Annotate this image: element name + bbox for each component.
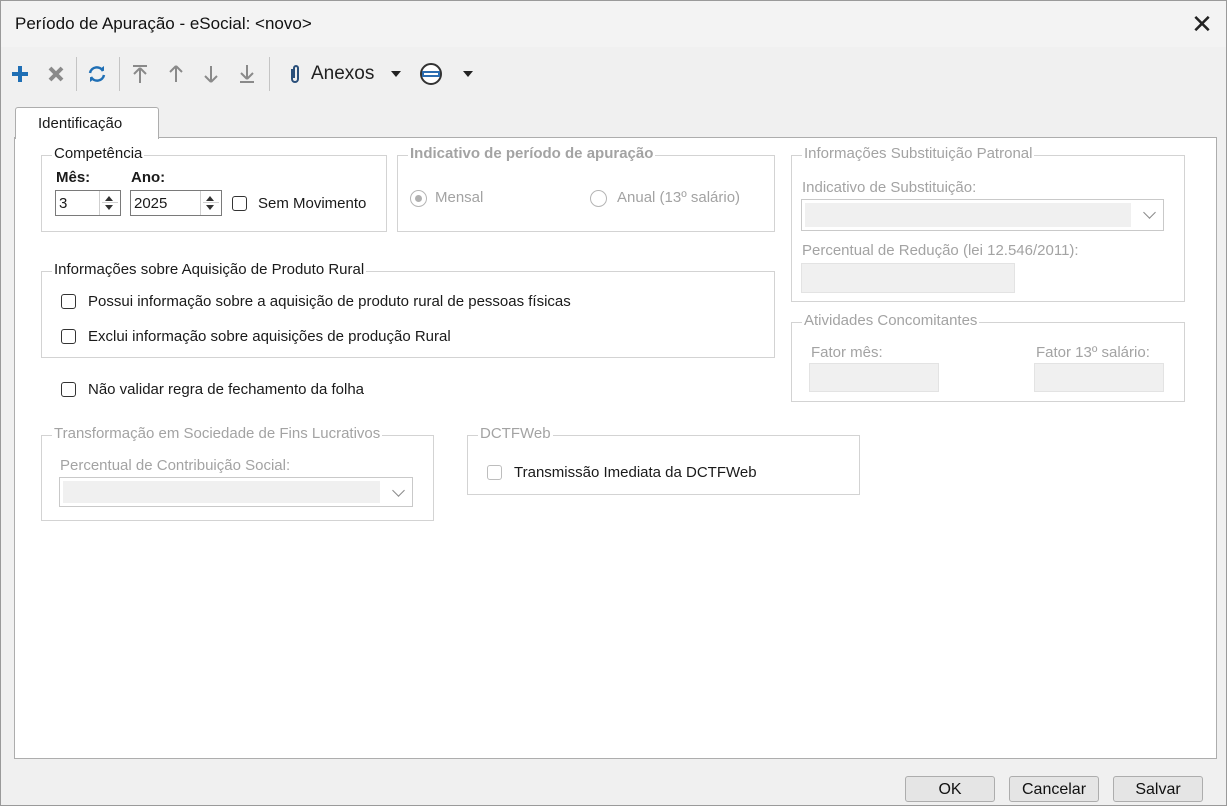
fator-13-input[interactable] <box>1034 363 1164 392</box>
prev-icon[interactable] <box>163 59 189 89</box>
tab-panel: Competência Mês: Ano: 3 2025 Sem Movimen… <box>14 137 1217 759</box>
spin-buttons[interactable] <box>99 191 120 215</box>
tab-identificacao[interactable]: Identificação <box>15 107 159 139</box>
produto-rural-legend: Informações sobre Aquisição de Produto R… <box>52 261 367 278</box>
ano-value: 2025 <box>134 195 168 212</box>
radio-mensal[interactable] <box>410 190 427 207</box>
possui-informacao-checkbox[interactable] <box>61 294 76 309</box>
transmissao-checkbox[interactable] <box>487 465 502 480</box>
last-icon[interactable] <box>234 59 260 89</box>
produto-rural-group: Informações sobre Aquisição de Produto R… <box>41 261 775 358</box>
transmissao-label: Transmissão Imediata da DCTFWeb <box>514 464 757 481</box>
ano-stepper[interactable]: 2025 <box>130 190 222 216</box>
nao-validar-label: Não validar regra de fechamento da folha <box>88 381 365 398</box>
exclui-informacao-label: Exclui informação sobre aquisições de pr… <box>88 328 451 345</box>
competencia-legend: Competência <box>52 145 145 162</box>
sem-movimento-label: Sem Movimento <box>258 195 367 212</box>
spin-buttons[interactable] <box>200 191 221 215</box>
next-icon[interactable] <box>198 59 224 89</box>
fator-13-label: Fator 13º salário: <box>1036 344 1150 361</box>
anexos-button[interactable]: Anexos <box>311 59 381 89</box>
dialog-window: Período de Apuração - eSocial: <novo> ✕ <box>0 0 1227 806</box>
transformacao-legend: Transformação em Sociedade de Fins Lucra… <box>52 425 383 442</box>
fator-mes-label: Fator mês: <box>811 344 883 361</box>
save-button[interactable]: Salvar <box>1113 776 1203 802</box>
chevron-down-icon <box>392 484 405 497</box>
percentual-contribuicao-label: Percentual de Contribuição Social: <box>60 457 291 474</box>
substituicao-legend: Informações Substituição Patronal <box>802 145 1035 162</box>
chevron-down-icon <box>1143 206 1156 219</box>
ok-button[interactable]: OK <box>905 776 995 802</box>
indicativo-substituicao-select[interactable] <box>801 199 1164 231</box>
atividades-legend: Atividades Concomitantes <box>802 312 980 329</box>
disk-icon[interactable] <box>417 59 445 89</box>
percentual-contribuicao-select[interactable] <box>59 477 413 507</box>
mes-stepper[interactable]: 3 <box>55 190 121 216</box>
atividades-group: Atividades Concomitantes Fator mês: Fato… <box>791 312 1185 402</box>
title-bar: Período de Apuração - eSocial: <novo> ✕ <box>1 1 1226 47</box>
competencia-group: Competência Mês: Ano: 3 2025 Sem Movimen… <box>41 145 387 232</box>
mes-label: Mês: <box>56 169 91 186</box>
substituicao-group: Informações Substituição Patronal Indica… <box>791 145 1185 302</box>
refresh-icon[interactable] <box>84 59 110 89</box>
radio-anual[interactable] <box>590 190 607 207</box>
close-icon[interactable]: ✕ <box>1185 7 1219 41</box>
cancel-button[interactable]: Cancelar <box>1009 776 1099 802</box>
toolbar: Anexos <box>1 51 1226 97</box>
first-icon[interactable] <box>127 59 153 89</box>
ano-label: Ano: <box>131 169 166 186</box>
nao-validar-checkbox[interactable] <box>61 382 76 397</box>
tab-label: Identificação <box>38 115 123 132</box>
dctfweb-group: DCTFWeb Transmissão Imediata da DCTFWeb <box>467 425 860 495</box>
fator-mes-input[interactable] <box>809 363 939 392</box>
chevron-down-icon[interactable] <box>387 59 405 89</box>
mensal-label: Mensal <box>435 189 484 206</box>
indicativo-group: Indicativo de período de apuração Mensal… <box>397 145 775 232</box>
mes-value: 3 <box>59 195 68 212</box>
plus-icon[interactable] <box>7 59 33 89</box>
possui-informacao-label: Possui informação sobre a aquisição de p… <box>88 293 571 310</box>
percentual-reducao-input[interactable] <box>801 263 1015 293</box>
chevron-down-icon[interactable] <box>459 59 477 89</box>
anual-label: Anual (13º salário) <box>617 189 741 206</box>
dctfweb-legend: DCTFWeb <box>478 425 553 442</box>
paperclip-icon[interactable] <box>283 59 307 89</box>
percentual-reducao-label: Percentual de Redução (lei 12.546/2011): <box>802 242 1079 259</box>
sem-movimento-checkbox[interactable] <box>232 196 247 211</box>
exclui-informacao-checkbox[interactable] <box>61 329 76 344</box>
transformacao-group: Transformação em Sociedade de Fins Lucra… <box>41 425 434 521</box>
indicativo-substituicao-label: Indicativo de Substituição: <box>802 179 977 196</box>
x-icon[interactable] <box>43 59 69 89</box>
indicativo-legend: Indicativo de período de apuração <box>408 145 656 162</box>
window-title: Período de Apuração - eSocial: <novo> <box>15 14 312 33</box>
